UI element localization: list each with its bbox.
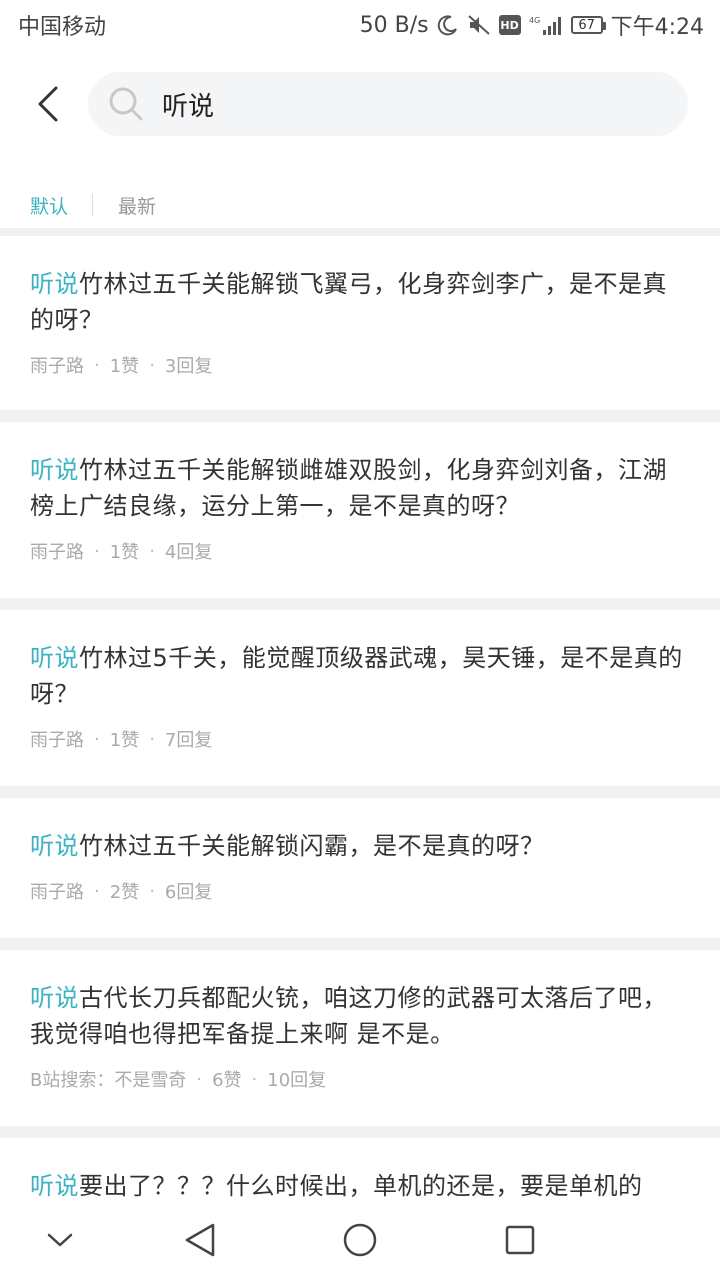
results-list: 听说竹林过五千关能解锁飞翼弓，化身弈剑李广，是不是真的呀？ 雨子路 · 1赞 · 3…: [0, 228, 720, 1218]
keyword-highlight: 听说: [30, 1172, 79, 1200]
list-item[interactable]: 听说竹林过5千关，能觉醒顶级器武魂，昊天锤，是不是真的呀？ 雨子路 · 1赞 · 7…: [0, 610, 720, 786]
post-author: 雨子路: [30, 730, 84, 751]
post-title: 听说竹林过五千关能解锁闪霸，是不是真的呀？: [30, 828, 690, 864]
post-title: 听说竹林过五千关能解锁飞翼弓，化身弈剑李广，是不是真的呀？: [30, 266, 690, 338]
search-icon: [108, 86, 144, 122]
post-likes: 1赞: [109, 542, 140, 563]
post-title: 听说要出了？？？什么时候出，单机的还是，要是单机的: [30, 1168, 690, 1204]
hd-icon: HD: [498, 15, 521, 35]
post-author: 雨子路: [30, 882, 84, 903]
battery-level: 67: [578, 17, 595, 33]
divider: [0, 228, 720, 236]
post-replies: 7回复: [164, 730, 213, 751]
divider: [0, 1126, 720, 1138]
post-title: 听说竹林过五千关能解锁雌雄双股剑，化身弈剑刘备，江湖榜上广结良缘，运分上第一，是…: [30, 452, 690, 524]
svg-text:4G: 4G: [529, 16, 540, 25]
post-title-text: 竹林过五千关能解锁闪霸，是不是真的呀？: [79, 832, 545, 860]
divider: [0, 598, 720, 610]
status-icons: 50 B/s HD 4G 67 下午4:24: [360, 9, 704, 41]
mute-icon: [467, 14, 491, 36]
nav-recents-button[interactable]: [498, 1218, 542, 1262]
post-replies: 6回复: [164, 882, 213, 903]
tab-latest[interactable]: 最新: [118, 192, 156, 219]
post-meta: 雨子路 · 1赞 · 4回复: [30, 538, 690, 564]
post-meta: 雨子路 · 1赞 · 3回复: [30, 352, 690, 378]
post-likes: 1赞: [109, 730, 140, 751]
divider: [0, 938, 720, 950]
keyword-highlight: 听说: [30, 832, 79, 860]
clock: 下午4:24: [610, 15, 704, 40]
moon-icon: [437, 14, 459, 36]
search-header: [0, 60, 720, 150]
network-speed: 50 B/s: [359, 12, 429, 38]
navigation-bar: [0, 1200, 720, 1280]
list-item[interactable]: 听说竹林过五千关能解锁雌雄双股剑，化身弈剑刘备，江湖榜上广结良缘，运分上第一，是…: [0, 422, 720, 598]
post-meta: 雨子路 · 2赞 · 6回复: [30, 878, 690, 904]
nav-hide-button[interactable]: [38, 1218, 82, 1262]
status-bar: 中国移动 50 B/s HD 4G 67 下午4:24: [0, 0, 720, 50]
post-meta: 雨子路 · 1赞 · 7回复: [30, 726, 690, 752]
post-likes: 1赞: [109, 356, 140, 377]
post-title-text: 要出了？？？什么时候出，单机的还是，要是单机的: [79, 1172, 643, 1200]
post-meta: B站搜索：不是雪奇 · 6赞 · 10回复: [30, 1066, 690, 1092]
post-title-text: 竹林过5千关，能觉醒顶级器武魂，昊天锤，是不是真的呀？: [30, 644, 683, 708]
back-arrow-icon: [38, 86, 58, 122]
chevron-down-icon: [47, 1233, 73, 1247]
keyword-highlight: 听说: [30, 984, 79, 1012]
post-author: 雨子路: [30, 542, 84, 563]
post-author: 雨子路: [30, 356, 84, 377]
post-likes: 6赞: [212, 1070, 242, 1091]
nav-back-button[interactable]: [178, 1218, 222, 1262]
carrier-label: 中国移动: [18, 15, 107, 40]
post-author: B站搜索：不是雪奇: [30, 1070, 187, 1091]
post-title: 听说竹林过5千关，能觉醒顶级器武魂，昊天锤，是不是真的呀？: [30, 640, 690, 712]
list-item[interactable]: 听说古代长刀兵都配火铳，咱这刀修的武器可太落后了吧，我觉得咱也得把军备提上来啊 …: [0, 950, 720, 1126]
post-likes: 2赞: [109, 882, 140, 903]
divider: [0, 786, 720, 798]
nav-home-button[interactable]: [338, 1218, 382, 1262]
sort-tabs: 默认 最新: [0, 188, 720, 222]
list-item[interactable]: 听说竹林过五千关能解锁飞翼弓，化身弈剑李广，是不是真的呀？ 雨子路 · 1赞 · 3…: [0, 236, 720, 410]
post-title: 听说古代长刀兵都配火铳，咱这刀修的武器可太落后了吧，我觉得咱也得把军备提上来啊 …: [30, 980, 690, 1052]
post-replies: 4回复: [164, 542, 213, 563]
post-replies: 10回复: [267, 1070, 327, 1091]
keyword-highlight: 听说: [30, 456, 79, 484]
home-circle-icon: [343, 1223, 377, 1257]
recents-square-icon: [505, 1225, 535, 1255]
post-replies: 3回复: [164, 356, 213, 377]
keyword-highlight: 听说: [30, 270, 79, 298]
keyword-highlight: 听说: [30, 644, 79, 672]
back-button[interactable]: [28, 82, 68, 126]
post-title-text: 竹林过五千关能解锁雌雄双股剑，化身弈剑刘备，江湖榜上广结良缘，运分上第一，是不是…: [30, 456, 667, 520]
search-box[interactable]: [88, 72, 688, 136]
list-item[interactable]: 听说竹林过五千关能解锁闪霸，是不是真的呀？ 雨子路 · 2赞 · 6回复: [0, 798, 720, 938]
divider: [0, 410, 720, 422]
search-input[interactable]: [160, 88, 644, 120]
post-title-text: 竹林过五千关能解锁飞翼弓，化身弈剑李广，是不是真的呀？: [30, 270, 667, 334]
signal-icon: 4G: [529, 14, 563, 36]
post-title-text: 古代长刀兵都配火铳，咱这刀修的武器可太落后了吧，我觉得咱也得把军备提上来啊 是不…: [30, 984, 667, 1048]
tab-divider: [92, 194, 94, 216]
back-triangle-icon: [185, 1223, 215, 1257]
tab-default[interactable]: 默认: [30, 192, 68, 219]
battery-icon: 67: [570, 16, 606, 34]
